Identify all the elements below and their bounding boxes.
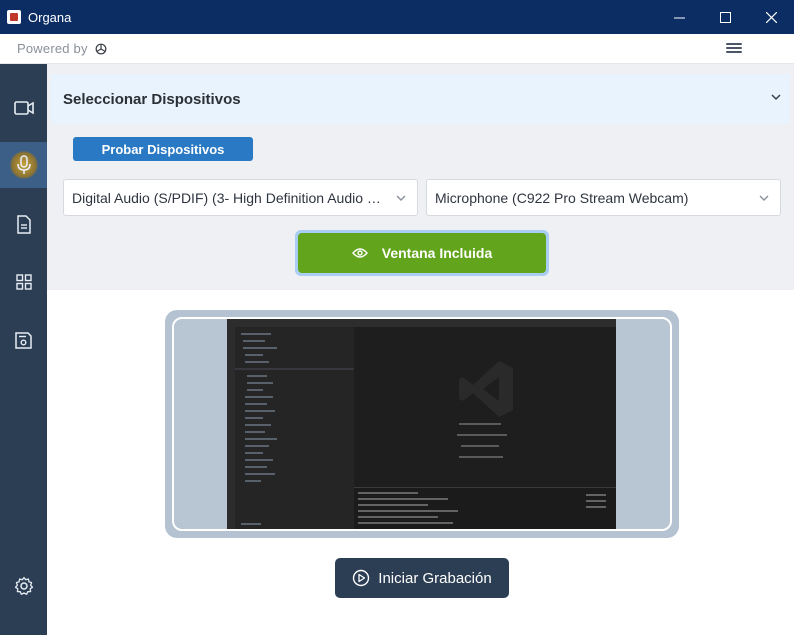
devices-section-title: Seleccionar Dispositivos: [63, 90, 241, 108]
sidebar-item-video[interactable]: [0, 85, 47, 131]
window-title: Organa: [28, 9, 72, 25]
included-window-label: Ventana Incluida: [381, 245, 493, 261]
start-recording-label: Iniciar Grabación: [378, 569, 492, 587]
audio-output-select[interactable]: Digital Audio (S/PDIF) (3- High Definiti…: [63, 179, 418, 216]
app-icon: [7, 10, 21, 24]
test-devices-button[interactable]: Probar Dispositivos: [73, 137, 253, 161]
maximize-icon: [719, 11, 731, 23]
screen-preview-frame: [165, 310, 679, 538]
play-circle-icon: [353, 569, 370, 587]
chevron-down-icon: [396, 195, 406, 201]
microphone-value: Microphone (C922 Pro Stream Webcam): [435, 189, 689, 206]
document-icon: [16, 214, 31, 234]
sidebar-item-settings[interactable]: [0, 563, 47, 609]
close-button[interactable]: [748, 0, 794, 34]
grid-icon: [15, 274, 32, 290]
microphone-select[interactable]: Microphone (C922 Pro Stream Webcam): [426, 179, 781, 216]
audio-output-value: Digital Audio (S/PDIF) (3- High Definiti…: [72, 189, 383, 206]
minimize-icon: [673, 17, 685, 18]
sidebar: [0, 64, 47, 635]
video-camera-icon: [13, 101, 34, 115]
microphone-icon: [16, 155, 31, 174]
hamburger-menu-button[interactable]: [726, 41, 742, 57]
window-titlebar: Organa: [0, 0, 794, 34]
vscode-logo-icon: [459, 361, 513, 417]
sidebar-item-grid[interactable]: [0, 259, 47, 305]
devices-section-header[interactable]: Seleccionar Dispositivos: [51, 74, 790, 124]
chevron-down-icon[interactable]: [770, 91, 782, 103]
main-content: Seleccionar Dispositivos Probar Disposit…: [47, 64, 794, 635]
screen-preview: [172, 317, 672, 531]
minimize-button[interactable]: [656, 0, 702, 34]
save-icon: [15, 331, 32, 349]
included-window-button[interactable]: Ventana Incluida: [295, 230, 549, 276]
close-icon: [765, 11, 777, 23]
start-recording-button[interactable]: Iniciar Grabación: [335, 558, 509, 598]
sidebar-item-save[interactable]: [0, 317, 47, 363]
sidebar-item-microphone[interactable]: [0, 142, 47, 188]
openai-logo-icon: [95, 43, 107, 54]
chevron-down-icon: [759, 195, 769, 201]
gear-icon: [14, 576, 33, 595]
maximize-button[interactable]: [702, 0, 748, 34]
screen-capture-thumbnail: [227, 319, 616, 529]
eye-icon: [351, 248, 368, 258]
devices-panel: Seleccionar Dispositivos Probar Disposit…: [47, 64, 794, 290]
powered-bar: Powered by: [0, 34, 794, 64]
sidebar-item-document[interactable]: [0, 201, 47, 247]
powered-label: Powered by: [17, 41, 88, 56]
